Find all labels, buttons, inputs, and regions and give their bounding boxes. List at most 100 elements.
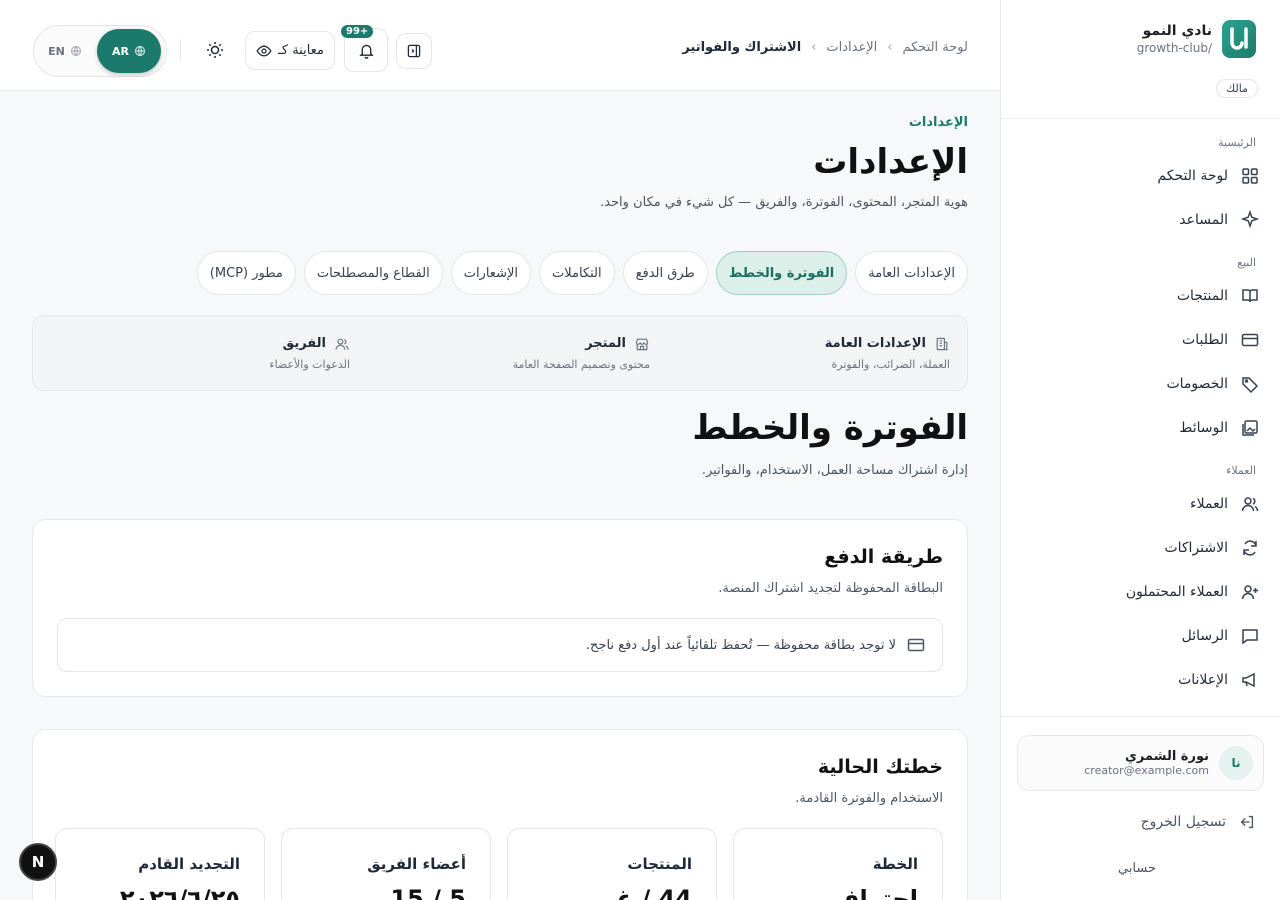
sidebar-item-label: الخصومات bbox=[1166, 376, 1228, 392]
card-title: طريقة الدفع bbox=[824, 546, 943, 568]
quick-link-team[interactable]: الفريق الدعوات والأعضاء bbox=[50, 336, 350, 371]
tab-integrations[interactable]: التكاملات bbox=[538, 251, 615, 295]
building-icon bbox=[936, 337, 948, 350]
page-subtitle: هوية المتجر، المحتوى، الفوترة، والفريق —… bbox=[600, 195, 968, 210]
brand-name: نادي النمو bbox=[1142, 23, 1212, 39]
language-option-en[interactable]: EN bbox=[37, 29, 93, 73]
quick-link-subtitle: محتوى وتصميم الصفحة العامة bbox=[512, 357, 650, 371]
sidebar-item-subscriptions[interactable]: الاشتراكات bbox=[1000, 526, 1280, 570]
images-icon bbox=[1242, 420, 1258, 436]
section-title: الفوترة والخطط bbox=[692, 408, 968, 448]
sidebar-item-dashboard[interactable]: لوحة التحكم bbox=[1000, 154, 1280, 198]
stat-value: 5 / 15 bbox=[390, 885, 466, 900]
sidebar-item-orders[interactable]: الطلبات bbox=[1000, 318, 1280, 362]
store-icon bbox=[635, 338, 649, 350]
sidebar-item-label: لوحة التحكم bbox=[1157, 168, 1228, 184]
user-email: creator@example.com bbox=[1084, 764, 1209, 777]
quick-link-title: الإعدادات العامة bbox=[824, 336, 926, 351]
stat-value: احتراف bbox=[831, 885, 918, 900]
current-plan-card: خطتك الحالية الاستخدام والفوترة القادمة.… bbox=[32, 729, 968, 900]
refresh-icon bbox=[1243, 540, 1257, 556]
eye-icon bbox=[256, 45, 272, 56]
brand[interactable]: نادي النمو growth-club/ bbox=[1137, 20, 1256, 58]
quick-link-title: المتجر bbox=[585, 336, 626, 351]
sidebar-footer: نا نورة الشمري creator@example.com تسجيل… bbox=[1000, 716, 1280, 900]
stat-products: المنتجات 44 / غير محدود bbox=[507, 828, 717, 900]
my-account-link[interactable]: حسابي bbox=[1118, 861, 1156, 876]
sidebar-item-products[interactable]: المنتجات bbox=[1000, 274, 1280, 318]
avatar: نا bbox=[1219, 746, 1253, 780]
nav-section-sales: البيع bbox=[1237, 256, 1256, 269]
section-subtitle: إدارة اشتراك مساحة العمل، الاستخدام، وال… bbox=[701, 463, 968, 478]
tab-payment-methods[interactable]: طرق الدفع bbox=[622, 251, 708, 295]
preview-as-button[interactable]: معاينة كـ bbox=[245, 31, 335, 70]
breadcrumb-separator: › bbox=[887, 40, 893, 55]
sidebar: نادي النمو growth-club/ مالك الرئيسية لو… bbox=[1000, 0, 1280, 900]
page-title: الإعدادات bbox=[813, 142, 968, 182]
users-icon bbox=[1241, 497, 1259, 512]
logout-label: تسجيل الخروج bbox=[1140, 814, 1226, 830]
user-card[interactable]: نا نورة الشمري creator@example.com bbox=[1017, 735, 1264, 791]
settings-tabs: الإعدادات العامة الفوترة والخطط طرق الدف… bbox=[196, 251, 968, 295]
quick-link-general[interactable]: الإعدادات العامة العملة، الضرائب، والفوت… bbox=[650, 336, 950, 371]
logout-button[interactable]: تسجيل الخروج bbox=[1141, 813, 1256, 831]
toggle-sidebar-button[interactable] bbox=[396, 33, 432, 69]
megaphone-icon bbox=[1242, 672, 1255, 688]
brand-logo-icon bbox=[1222, 20, 1256, 58]
stat-label: الخطة bbox=[872, 855, 918, 873]
breadcrumb-current: الاشتراك والفواتير bbox=[682, 40, 802, 55]
page-kicker: الإعدادات bbox=[908, 115, 968, 130]
breadcrumb-settings[interactable]: الإعدادات bbox=[826, 40, 877, 55]
card-title: خطتك الحالية bbox=[817, 756, 943, 778]
breadcrumb-dashboard[interactable]: لوحة التحكم bbox=[902, 40, 968, 55]
breadcrumb: لوحة التحكم › الإعدادات › الاشتراك والفو… bbox=[682, 40, 968, 55]
language-option-ar[interactable]: AR bbox=[97, 29, 161, 73]
notifications-button[interactable]: +99 bbox=[341, 25, 388, 72]
sidebar-item-discounts[interactable]: الخصومات bbox=[1000, 362, 1280, 406]
bell-icon bbox=[358, 44, 374, 59]
quick-link-store[interactable]: المتجر محتوى وتصميم الصفحة العامة bbox=[350, 336, 650, 371]
globe-icon bbox=[135, 46, 145, 56]
topbar: لوحة التحكم › الإعدادات › الاشتراك والفو… bbox=[0, 0, 1000, 91]
role-badge: مالك bbox=[1216, 79, 1258, 98]
panel-toggle-icon bbox=[407, 44, 421, 58]
stat-plan: الخطة احتراف bbox=[733, 828, 943, 900]
stat-next-renewal: التجديد القادم ٢٠٢٦/٦/٢٥ bbox=[55, 828, 265, 900]
stat-value: ٢٠٢٦/٦/٢٥ bbox=[119, 885, 240, 900]
lang-ar-label: AR bbox=[112, 44, 129, 58]
quick-link-subtitle: الدعوات والأعضاء bbox=[269, 357, 350, 371]
tab-developer[interactable]: مطور (MCP) bbox=[196, 251, 296, 295]
payment-method-card: طريقة الدفع البطاقة المحفوظة لتجديد اشتر… bbox=[32, 519, 968, 697]
plan-stats: الخطة احتراف المنتجات 44 / غير محدود أعض… bbox=[55, 828, 943, 900]
sidebar-item-customers[interactable]: العملاء bbox=[1000, 482, 1280, 526]
user-name: نورة الشمري bbox=[1125, 749, 1209, 764]
sidebar-nav: الرئيسية لوحة التحكم المساعد البيع المنت… bbox=[1000, 118, 1280, 716]
sidebar-item-label: العملاء bbox=[1190, 496, 1228, 512]
credit-card-icon bbox=[907, 638, 925, 652]
card-subtitle: الاستخدام والفوترة القادمة. bbox=[795, 791, 943, 806]
brand-handle: growth-club/ bbox=[1136, 41, 1212, 55]
sidebar-item-messages[interactable]: الرسائل bbox=[1000, 614, 1280, 658]
tab-sector[interactable]: القطاع والمصطلحات bbox=[303, 251, 443, 295]
sparkle-icon bbox=[1240, 210, 1260, 229]
sidebar-item-label: الإعلانات bbox=[1178, 672, 1228, 688]
language-switcher: EN AR bbox=[33, 25, 167, 77]
globe-icon bbox=[70, 46, 81, 56]
sidebar-item-label: الاشتراكات bbox=[1164, 540, 1228, 556]
book-icon bbox=[1242, 289, 1258, 303]
grid-icon bbox=[1242, 168, 1258, 184]
preview-label: معاينة كـ bbox=[278, 43, 324, 58]
sun-icon bbox=[207, 42, 223, 58]
tab-general[interactable]: الإعدادات العامة bbox=[855, 251, 968, 295]
sidebar-item-media[interactable]: الوسائط bbox=[1000, 406, 1280, 450]
message-icon bbox=[1242, 629, 1258, 645]
sidebar-item-label: المساعد bbox=[1179, 212, 1228, 228]
sidebar-item-ads[interactable]: الإعلانات bbox=[1000, 658, 1280, 702]
sidebar-item-leads[interactable]: العملاء المحتملون bbox=[1000, 570, 1280, 614]
tab-notifications[interactable]: الإشعارات bbox=[450, 251, 531, 295]
theme-toggle-button[interactable] bbox=[202, 37, 228, 67]
sidebar-item-assistant[interactable]: المساعد bbox=[1000, 198, 1280, 242]
framework-dev-button[interactable]: N bbox=[19, 843, 57, 881]
tab-billing[interactable]: الفوترة والخطط bbox=[715, 251, 848, 295]
logout-icon bbox=[1240, 815, 1254, 829]
